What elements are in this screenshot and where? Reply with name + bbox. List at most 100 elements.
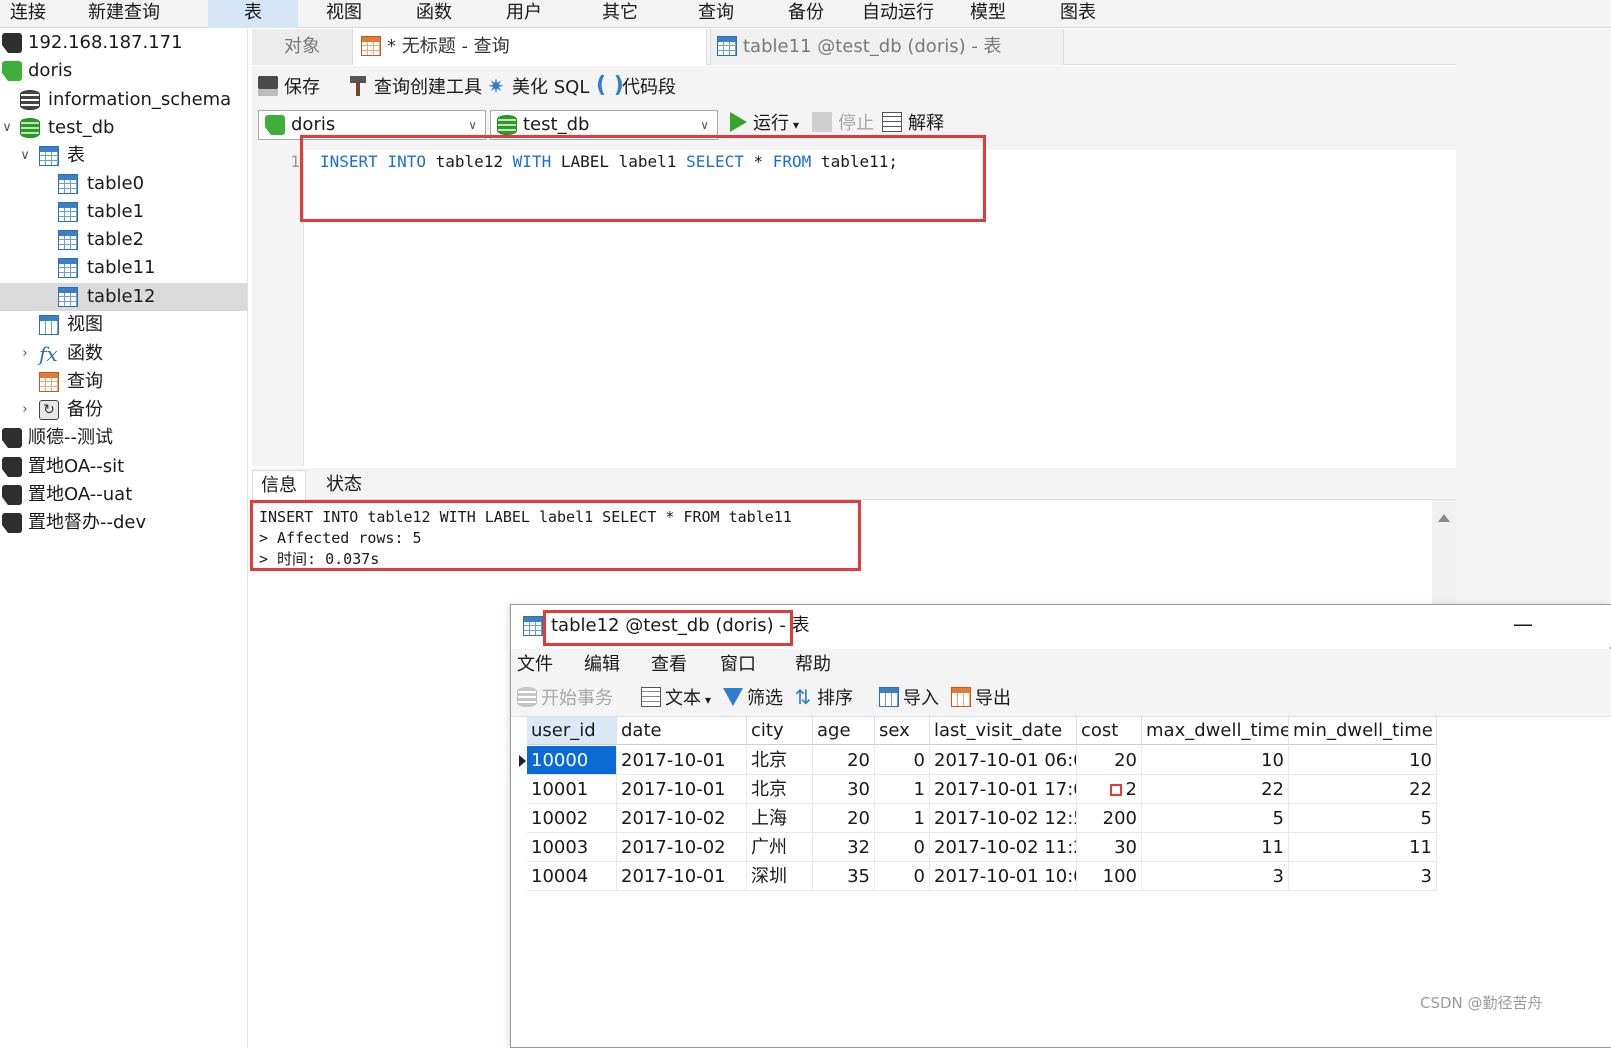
column-header-sex[interactable]: sex bbox=[875, 717, 930, 745]
menu-view[interactable]: 视图 bbox=[320, 0, 368, 28]
grid-cell[interactable]: 3 bbox=[1142, 862, 1289, 891]
row-selector[interactable] bbox=[515, 833, 527, 862]
tree-connection[interactable]: 置地OA--sit bbox=[0, 453, 247, 481]
column-header-max-dwell-time[interactable]: max_dwell_time bbox=[1142, 717, 1289, 745]
menu-automation[interactable]: 自动运行 bbox=[856, 0, 940, 28]
menu-model[interactable]: 模型 bbox=[964, 0, 1012, 28]
tree-group-views[interactable]: 视图 bbox=[0, 311, 247, 339]
tree-connection[interactable]: 192.168.187.171 bbox=[0, 29, 247, 57]
grid-cell[interactable]: 0 bbox=[875, 862, 930, 891]
tab-info[interactable]: 信息 bbox=[252, 470, 306, 500]
grid-cell[interactable]: 深圳 bbox=[747, 862, 813, 891]
column-header-last-visit-date[interactable]: last_visit_date bbox=[930, 717, 1077, 745]
scroll-up-icon[interactable] bbox=[1438, 514, 1450, 522]
column-header-age[interactable]: age bbox=[813, 717, 875, 745]
tree-table[interactable]: table11 bbox=[0, 254, 247, 282]
grid-cell[interactable]: 10003 bbox=[527, 833, 617, 862]
grid-cell[interactable]: 广州 bbox=[747, 833, 813, 862]
save-button[interactable]: 保存 bbox=[258, 74, 320, 102]
grid-cell[interactable]: 5 bbox=[1142, 804, 1289, 833]
grid-cell[interactable]: 35 bbox=[813, 862, 875, 891]
tree-group-queries[interactable]: 查询 bbox=[0, 368, 247, 396]
tree-connection[interactable]: 置地OA--uat bbox=[0, 481, 247, 509]
tree-table-selected[interactable]: table12 bbox=[0, 283, 247, 311]
tab-status[interactable]: 状态 bbox=[318, 470, 370, 500]
begin-transaction-button[interactable]: 开始事务 bbox=[517, 685, 613, 713]
menu-new-query[interactable]: 新建查询 bbox=[82, 0, 166, 28]
current-row-indicator-icon[interactable] bbox=[515, 746, 527, 775]
row-selector[interactable] bbox=[515, 862, 527, 891]
menu-function[interactable]: 函数 bbox=[410, 0, 458, 28]
tree-connection[interactable]: 顺德--测试 bbox=[0, 424, 247, 452]
column-header-min-dwell-time[interactable]: min_dwell_time bbox=[1289, 717, 1437, 745]
tree-database[interactable]: ∨ test_db bbox=[0, 114, 247, 142]
grid-cell[interactable]: 2017-10-01 06:0( bbox=[930, 746, 1077, 775]
database-select[interactable]: test_db ∨ bbox=[490, 110, 718, 140]
menu-help[interactable]: 帮助 bbox=[795, 649, 831, 681]
chevron-right-icon[interactable]: › bbox=[18, 340, 32, 368]
menu-chart[interactable]: 图表 bbox=[1054, 0, 1102, 28]
menu-view[interactable]: 查看 bbox=[651, 649, 687, 681]
grid-cell[interactable]: 北京 bbox=[747, 775, 813, 804]
tree-group-functions[interactable]: › fx 函数 bbox=[0, 340, 247, 368]
grid-cell[interactable]: 200 bbox=[1077, 804, 1142, 833]
chevron-down-icon[interactable]: ∨ bbox=[0, 114, 14, 142]
grid-cell[interactable]: 22 bbox=[1289, 775, 1437, 804]
minimize-button[interactable]: — bbox=[1511, 605, 1535, 643]
grid-cell[interactable]: 11 bbox=[1142, 833, 1289, 862]
grid-cell[interactable]: 3 bbox=[1289, 862, 1437, 891]
grid-cell[interactable]: 2017-10-02 12:5 bbox=[930, 804, 1077, 833]
menu-query[interactable]: 查询 bbox=[692, 0, 740, 28]
grid-cell[interactable]: 32 bbox=[813, 833, 875, 862]
row-selector[interactable] bbox=[515, 804, 527, 833]
grid-cell[interactable]: 上海 bbox=[747, 804, 813, 833]
menu-window[interactable]: 窗口 bbox=[720, 649, 756, 681]
grid-cell[interactable]: 20 bbox=[1077, 746, 1142, 775]
tree-connection[interactable]: doris bbox=[0, 57, 247, 85]
tree-connection[interactable]: 置地督办--dev bbox=[0, 509, 247, 537]
menu-table[interactable]: 表 bbox=[208, 0, 298, 28]
menu-edit[interactable]: 编辑 bbox=[584, 649, 620, 681]
grid-cell[interactable]: 2017-10-02 11:2( bbox=[930, 833, 1077, 862]
column-header-cost[interactable]: cost bbox=[1077, 717, 1142, 745]
code-snippet-button[interactable]: ( )代码段 bbox=[596, 74, 676, 102]
connection-select[interactable]: doris ∨ bbox=[258, 110, 486, 140]
grid-cell[interactable]: 22 bbox=[1142, 775, 1289, 804]
chevron-down-icon[interactable]: ∨ bbox=[18, 142, 32, 170]
tree-group-backups[interactable]: › ↻ 备份 bbox=[0, 396, 247, 424]
window-titlebar[interactable]: table12 @test_db (doris) - 表 — bbox=[511, 605, 1611, 647]
grid-cell[interactable]: 10 bbox=[1289, 746, 1437, 775]
grid-cell[interactable]: 11 bbox=[1289, 833, 1437, 862]
grid-cell[interactable]: 1 bbox=[875, 775, 930, 804]
column-header-date[interactable]: date bbox=[617, 717, 747, 745]
grid-cell[interactable]: 1 bbox=[875, 804, 930, 833]
grid-cell[interactable]: 2017-10-01 17:0 bbox=[930, 775, 1077, 804]
grid-cell[interactable]: 0 bbox=[875, 833, 930, 862]
grid-cell[interactable]: 20 bbox=[813, 804, 875, 833]
grid-cell[interactable]: 0 bbox=[875, 746, 930, 775]
export-button[interactable]: 导出 bbox=[951, 685, 1011, 713]
import-button[interactable]: 导入 bbox=[879, 685, 939, 713]
menu-connect[interactable]: 连接 bbox=[4, 0, 52, 28]
beautify-sql-button[interactable]: ✷ 美化 SQL bbox=[486, 74, 590, 102]
grid-cell[interactable]: 5 bbox=[1289, 804, 1437, 833]
query-builder-button[interactable]: 查询创建工具 bbox=[348, 74, 482, 102]
grid-cell[interactable]: 2017-10-01 bbox=[617, 775, 747, 804]
grid-cell[interactable]: 2017-10-01 bbox=[617, 746, 747, 775]
grid-cell[interactable]: 北京 bbox=[747, 746, 813, 775]
menu-file[interactable]: 文件 bbox=[517, 649, 553, 681]
grid-cell[interactable]: 100 bbox=[1077, 862, 1142, 891]
grid-cell[interactable]: 10 bbox=[1142, 746, 1289, 775]
grid-cell[interactable]: 2017-10-01 10:0( bbox=[930, 862, 1077, 891]
sql-editor[interactable]: 1 INSERT INTO table12 WITH LABEL label1 … bbox=[252, 150, 1456, 466]
column-header-user-id[interactable]: user_id bbox=[527, 717, 617, 745]
tree-table[interactable]: table2 bbox=[0, 226, 247, 254]
row-selector[interactable] bbox=[515, 775, 527, 804]
grid-cell[interactable]: 30 bbox=[813, 775, 875, 804]
grid-cell[interactable]: 2017-10-02 bbox=[617, 804, 747, 833]
grid-cell[interactable]: 30 bbox=[1077, 833, 1142, 862]
explain-button[interactable]: 解释 bbox=[882, 110, 944, 138]
tree-database[interactable]: information_schema bbox=[0, 86, 247, 114]
sql-code-line[interactable]: INSERT INTO table12 WITH LABEL label1 SE… bbox=[320, 151, 898, 173]
tab-table11[interactable]: table11 @test_db (doris) - 表 bbox=[710, 29, 1064, 65]
